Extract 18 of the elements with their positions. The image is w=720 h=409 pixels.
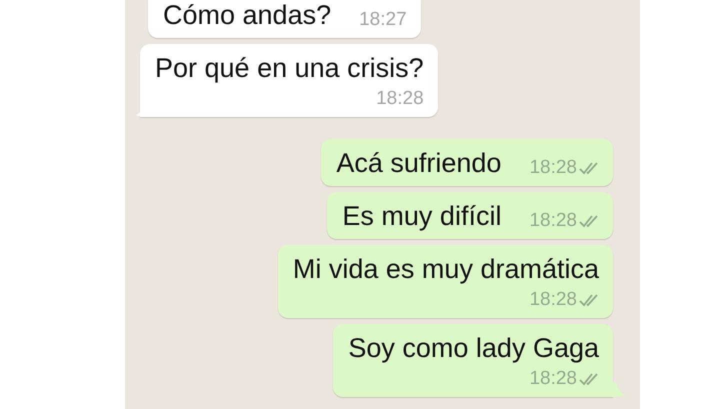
message-text: Por qué en una crisis? [155,53,424,83]
message-bubble[interactable]: Por qué en una crisis? 18:28 [140,44,438,117]
message-text: Acá sufriendo [336,148,502,178]
message-bubble[interactable]: Acá sufriendo 18:28 [321,139,613,186]
message-text: Mi vida es muy dramática [292,254,599,284]
message-time: 18:28 [376,89,424,109]
message-text: Cómo andas? [163,0,332,30]
message-bubble[interactable]: Es muy difícil 18:28 [327,192,613,239]
message-time: 18:27 [359,10,407,30]
message-bubble[interactable]: Cómo andas? 18:27 [148,0,421,38]
message-time: 18:28 [529,211,577,231]
message-text: Es muy difícil [342,201,502,231]
message-time: 18:28 [529,290,577,310]
message-text: Soy como lady Gaga [348,333,599,363]
message-time: 18:28 [529,369,577,389]
message-bubble[interactable]: Soy como lady Gaga 18:28 [333,324,613,397]
message-bubble[interactable]: Mi vida es muy dramática 18:28 [278,245,613,318]
message-time: 18:28 [529,158,577,178]
